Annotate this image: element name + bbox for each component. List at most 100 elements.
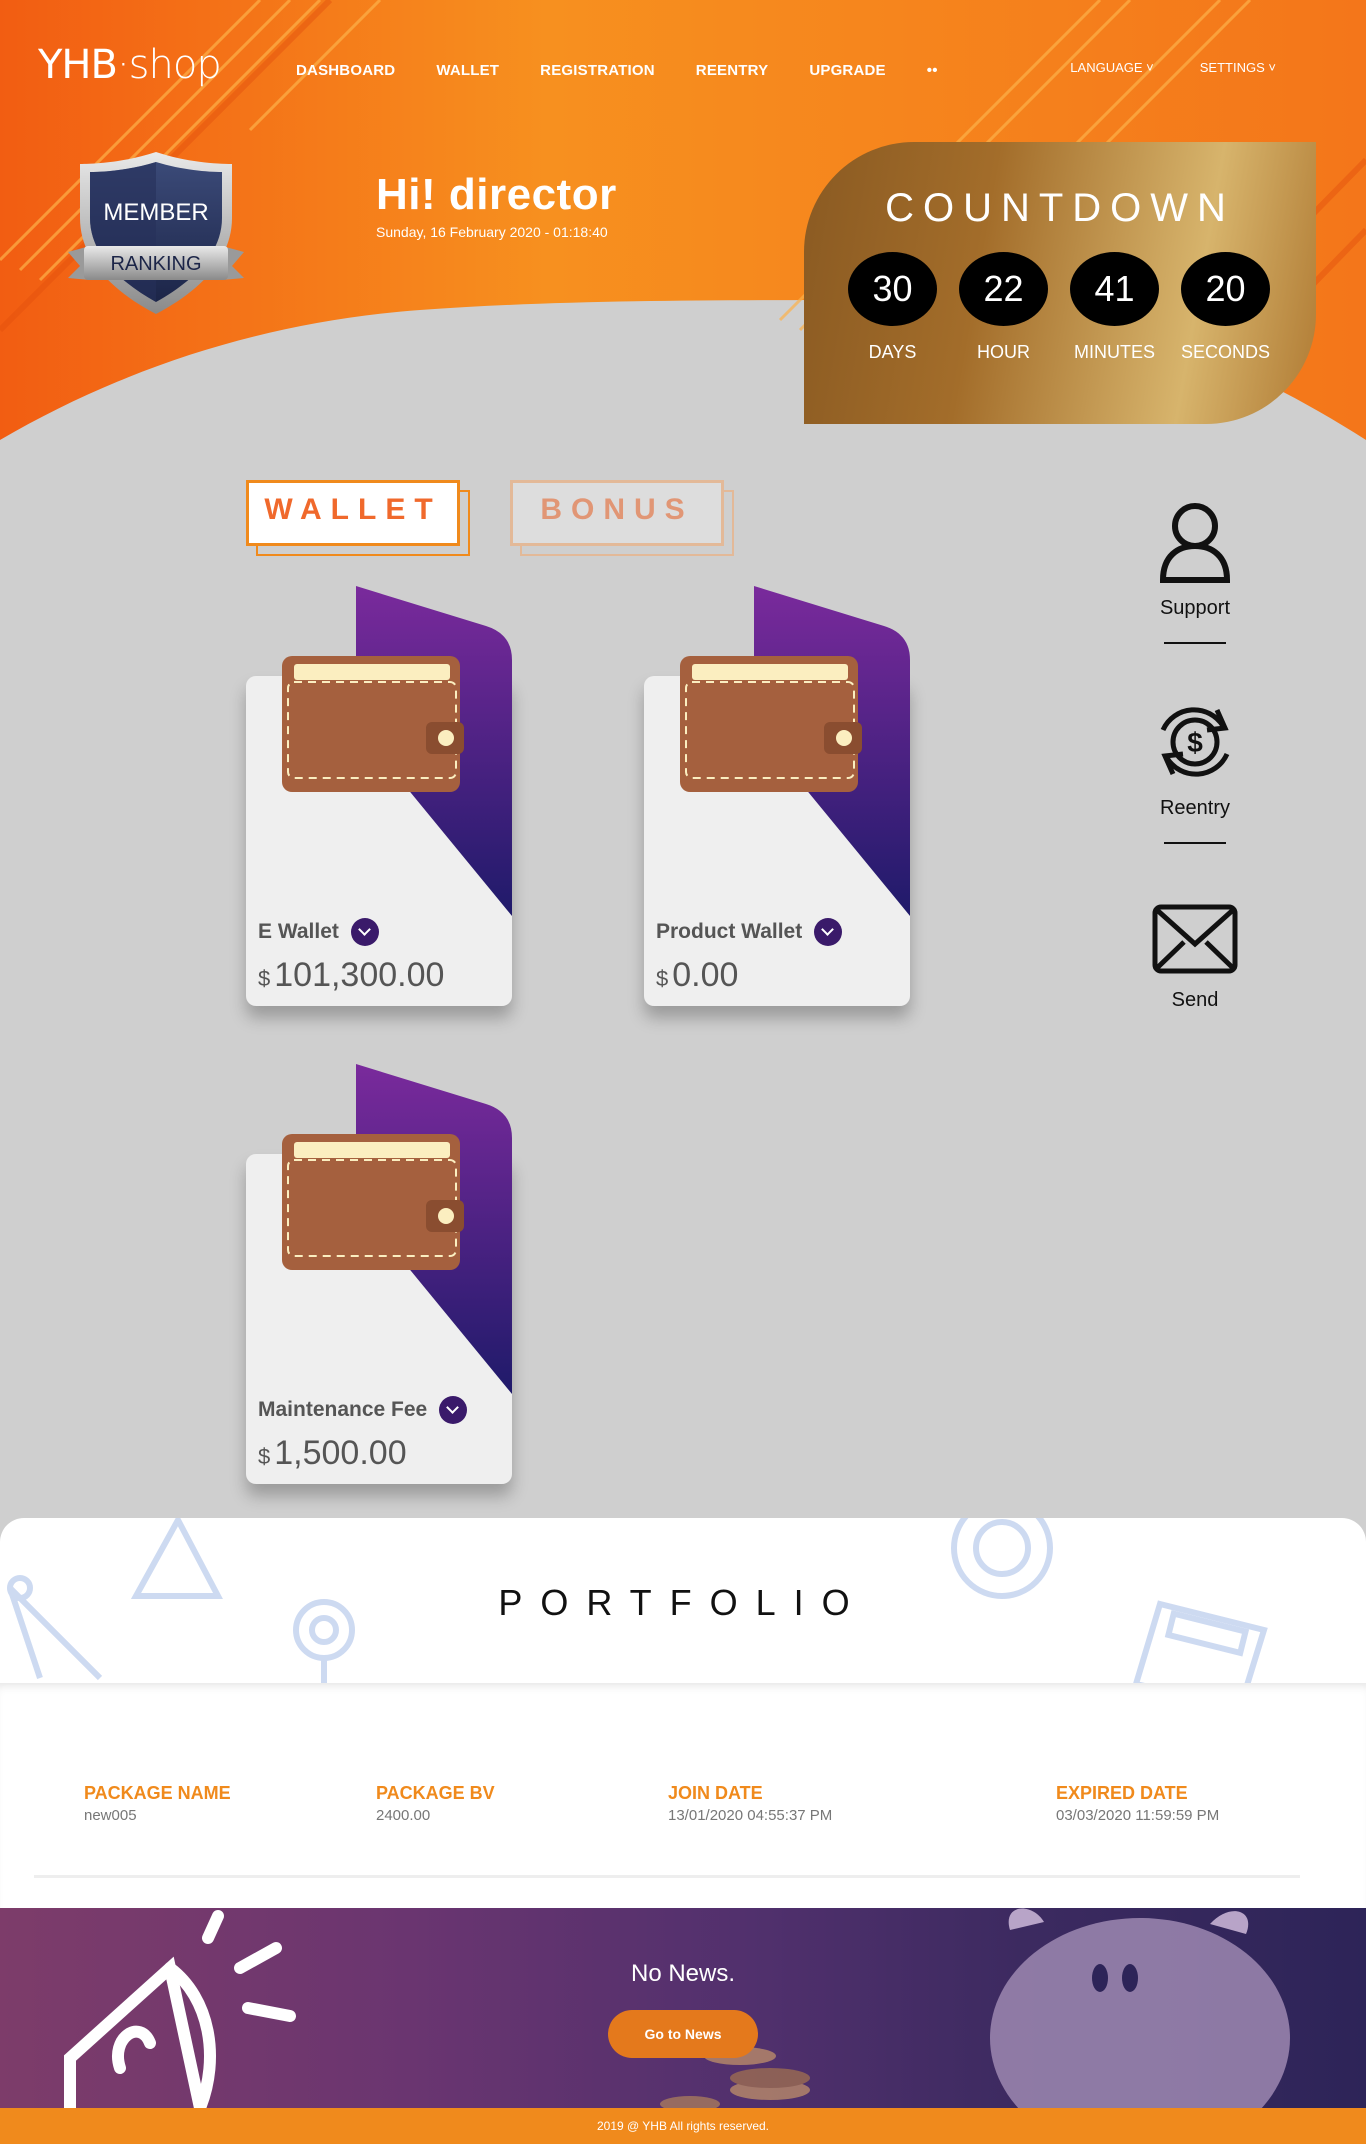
- expired-date-column: EXPIRED DATE 03/03/2020 11:59:59 PM: [1056, 1783, 1219, 1824]
- main-nav: DASHBOARD WALLET REGISTRATION REENTRY UP…: [296, 62, 979, 79]
- language-label: LANGUAGE: [1070, 60, 1143, 75]
- go-to-news-button[interactable]: Go to News: [608, 2010, 758, 2058]
- countdown-seconds: 20 SECONDS: [1181, 252, 1270, 363]
- dollar-refresh-icon: $: [1160, 707, 1230, 777]
- chevron-down-icon: ˅: [1146, 60, 1154, 75]
- greeting-title: Hi! director: [376, 170, 617, 219]
- chevron-down-icon: ˅: [1268, 60, 1276, 75]
- piggy-bank-icon: [990, 1908, 1290, 2108]
- countdown-title: COUNTDOWN: [885, 186, 1235, 230]
- package-bv-column: PACKAGE BV 2400.00: [376, 1783, 495, 1824]
- countdown-minutes-value: 41: [1070, 252, 1159, 326]
- reentry-label: Reentry: [1159, 797, 1231, 819]
- currency-symbol: $: [656, 966, 669, 991]
- wallet-name: Maintenance Fee: [258, 1396, 468, 1424]
- currency-symbol: $: [258, 966, 271, 991]
- svg-text:$: $: [1187, 727, 1203, 758]
- megaphone-icon: [64, 1910, 296, 2108]
- news-message: No News.: [630, 1960, 736, 1987]
- divider: [1164, 642, 1226, 644]
- wallet-name: Product Wallet: [656, 918, 843, 946]
- support-label: Support: [1159, 597, 1231, 619]
- chevron-down-icon[interactable]: [439, 1396, 468, 1424]
- portfolio-title: PORTFOLIO: [498, 1582, 868, 1623]
- wallet-amount: $101,300.00: [258, 956, 444, 995]
- join-date-column: JOIN DATE 13/01/2020 04:55:37 PM: [668, 1783, 832, 1824]
- support-action[interactable]: Support: [1130, 500, 1260, 644]
- logo-suffix: shop: [128, 42, 222, 88]
- news-banner: No News. Go to News: [0, 1908, 1366, 2108]
- send-label: Send: [1171, 989, 1219, 1011]
- site-logo[interactable]: YHB·shop: [38, 42, 222, 88]
- header-banner: YHB·shop DASHBOARD WALLET REGISTRATION R…: [0, 0, 1366, 440]
- wallet-name: E Wallet: [258, 918, 379, 946]
- package-bv-value: 2400.00: [376, 1807, 431, 1824]
- expired-date-header: EXPIRED DATE: [1056, 1783, 1188, 1803]
- amount-value: 0.00: [672, 956, 739, 994]
- wallet-name-text: Product Wallet: [656, 920, 803, 943]
- wallet-name-text: Maintenance Fee: [258, 1398, 428, 1421]
- countdown-days: 30 DAYS: [848, 252, 937, 363]
- package-name-value: new005: [84, 1807, 137, 1824]
- send-action[interactable]: Send: [1130, 904, 1260, 1012]
- wallet-card-ewallet[interactable]: E Wallet $101,300.00: [246, 586, 512, 1006]
- nav-registration[interactable]: REGISTRATION: [540, 62, 655, 79]
- countdown-minutes-label: MINUTES: [1074, 342, 1155, 362]
- badge-member-text: MEMBER: [103, 199, 208, 226]
- tab-wallet[interactable]: WALLET: [246, 480, 470, 556]
- countdown-days-value: 30: [848, 252, 937, 326]
- greeting-datetime: Sunday, 16 February 2020 - 01:18:40: [376, 224, 608, 240]
- envelope-icon: [1152, 904, 1238, 974]
- wallet-card-product[interactable]: Product Wallet $0.00: [644, 586, 910, 1006]
- countdown-row: 30 DAYS 22 HOUR 41 MINUTES 20 SECONDS: [848, 252, 1270, 363]
- nav-upgrade[interactable]: UPGRADE: [809, 62, 885, 79]
- currency-symbol: $: [258, 1444, 271, 1469]
- countdown-hours: 22 HOUR: [959, 252, 1048, 363]
- news-decoration: [64, 1908, 1290, 2108]
- footer-copyright: 2019 @ YHB All rights reserved.: [0, 2108, 1366, 2144]
- logo-brand: YHB: [38, 42, 118, 88]
- portfolio-header: PORTFOLIO: [0, 1518, 1366, 1683]
- badge-ranking-text: RANKING: [110, 253, 201, 275]
- wallet-amount: $0.00: [656, 956, 738, 995]
- user-icon: [1159, 503, 1231, 583]
- chevron-down-icon[interactable]: [814, 918, 843, 946]
- nav-wallet[interactable]: WALLET: [436, 62, 499, 79]
- nav-reentry[interactable]: REENTRY: [696, 62, 769, 79]
- join-date-value: 13/01/2020 04:55:37 PM: [668, 1807, 833, 1824]
- tab-wallet-label: WALLET: [264, 493, 442, 526]
- countdown-seconds-value: 20: [1181, 252, 1270, 326]
- countdown-panel: COUNTDOWN 30 DAYS 22 HOUR 41 MINUTES 20 …: [804, 142, 1316, 424]
- language-dropdown[interactable]: LANGUAGE ˅: [1070, 60, 1153, 75]
- countdown-hours-label: HOUR: [977, 342, 1030, 362]
- amount-value: 1,500.00: [274, 1434, 407, 1472]
- divider: [1164, 842, 1226, 844]
- countdown-seconds-label: SECONDS: [1181, 342, 1271, 362]
- nav-more[interactable]: ••: [927, 62, 938, 79]
- portfolio-table: PACKAGE NAME new005 PACKAGE BV 2400.00 J…: [0, 1683, 1366, 1908]
- tab-bonus[interactable]: BONUS: [510, 480, 734, 556]
- chevron-down-icon[interactable]: [350, 918, 379, 946]
- nav-dashboard[interactable]: DASHBOARD: [296, 62, 395, 79]
- member-ranking-badge: MEMBER RANKING: [66, 148, 246, 318]
- settings-dropdown[interactable]: SETTINGS ˅: [1200, 60, 1276, 75]
- reentry-action[interactable]: $ Reentry: [1130, 700, 1260, 844]
- countdown-hours-value: 22: [959, 252, 1048, 326]
- wallet-name-text: E Wallet: [258, 920, 339, 943]
- countdown-days-label: DAYS: [868, 342, 917, 362]
- greeting: Hi! director Sunday, 16 February 2020 - …: [376, 170, 617, 240]
- tab-bonus-label: BONUS: [540, 493, 694, 526]
- countdown-minutes: 41 MINUTES: [1070, 252, 1159, 363]
- amount-value: 101,300.00: [274, 956, 445, 994]
- wallet-card-maintenance[interactable]: Maintenance Fee $1,500.00: [246, 1064, 512, 1484]
- logo-separator: ·: [116, 42, 130, 88]
- package-bv-header: PACKAGE BV: [376, 1783, 495, 1803]
- divider: [34, 1875, 1300, 1878]
- settings-label: SETTINGS: [1199, 60, 1265, 75]
- package-name-header: PACKAGE NAME: [84, 1783, 231, 1803]
- package-name-column: PACKAGE NAME new005: [84, 1783, 231, 1824]
- expired-date-value: 03/03/2020 11:59:59 PM: [1056, 1807, 1220, 1824]
- join-date-header: JOIN DATE: [668, 1783, 763, 1803]
- header-right-menu: LANGUAGE ˅ SETTINGS ˅: [1070, 60, 1276, 75]
- shield-icon: MEMBER RANKING: [68, 152, 244, 314]
